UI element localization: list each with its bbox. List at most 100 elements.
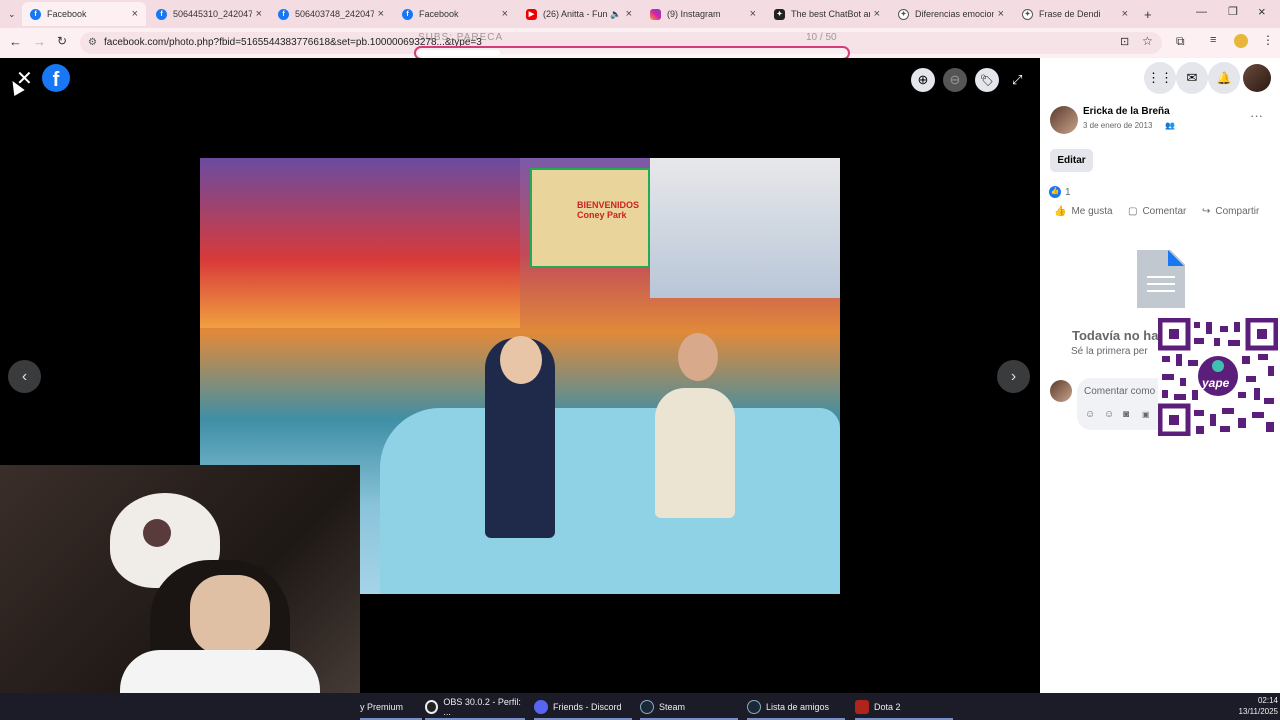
- boy-face: [678, 333, 718, 381]
- ride-tower: [200, 158, 520, 328]
- minimize-icon[interactable]: —: [1196, 6, 1207, 18]
- close-icon[interactable]: ×: [874, 8, 880, 20]
- tab-search-button[interactable]: ⌄: [0, 2, 18, 26]
- taskbar-discord[interactable]: Friends - Discord: [534, 693, 632, 720]
- more-options-icon[interactable]: ···: [1250, 108, 1263, 123]
- profile-avatar[interactable]: [1234, 34, 1248, 48]
- yape-qr-code: yape: [1157, 317, 1279, 437]
- reload-icon[interactable]: ↻: [57, 34, 67, 48]
- chatgpt-icon: ✦: [1022, 8, 1033, 20]
- facebook-icon: f: [30, 8, 41, 20]
- messenger-button[interactable]: ✉: [1176, 62, 1208, 94]
- author-avatar[interactable]: [1050, 106, 1078, 134]
- next-photo-button[interactable]: ›: [997, 360, 1030, 393]
- taskbar-label: Friends - Discord: [553, 701, 622, 712]
- discord-icon: [534, 699, 548, 714]
- like-count[interactable]: 1: [1065, 187, 1071, 198]
- window-close-icon[interactable]: ×: [1258, 4, 1266, 19]
- edit-button[interactable]: Editar: [1050, 149, 1093, 172]
- tab-instagram[interactable]: (9) Instagram ×: [642, 2, 764, 26]
- author-name[interactable]: Ericka de la Breña: [1083, 106, 1170, 117]
- facebook-icon: f: [278, 8, 289, 20]
- gif-icon[interactable]: ▣: [1142, 410, 1150, 419]
- zoom-out-icon: ⊖: [949, 72, 961, 87]
- post-date[interactable]: 3 de enero de 2013: [1083, 121, 1152, 130]
- chatgpt-icon: ✦: [898, 8, 909, 20]
- tab-image-2[interactable]: f 506403748_2420475... ×: [270, 2, 392, 26]
- tab-image-1[interactable]: f 506445310_2420475... ×: [148, 2, 270, 26]
- progress-fill: [418, 50, 500, 56]
- taskbar-youtube[interactable]: y Premium: [360, 693, 422, 720]
- thumbs-up-icon: 👍: [1054, 206, 1067, 217]
- menu-grid-icon: ⋮⋮: [1147, 70, 1173, 85]
- taskbar-steam[interactable]: Steam: [640, 693, 738, 720]
- media-controls-icon[interactable]: ≡: [1210, 34, 1216, 46]
- tab-label: 506445310_2420475...: [173, 9, 252, 19]
- new-tab-button[interactable]: +: [1136, 2, 1156, 26]
- fullscreen-icon[interactable]: ⤢: [1012, 72, 1022, 88]
- tab-frase-dendi[interactable]: ✦ Frase de Dendi ×: [1014, 2, 1136, 26]
- comment-button[interactable]: ▢ Comentar: [1128, 206, 1186, 217]
- tab-facebook[interactable]: f Facebook ×: [394, 2, 516, 26]
- previous-photo-button[interactable]: ‹: [8, 360, 41, 393]
- avatar-sticker-icon[interactable]: ☺: [1085, 409, 1095, 420]
- close-icon[interactable]: ×: [626, 8, 632, 20]
- taskbar-label: OBS 30.0.2 - Perfil: ...: [443, 696, 521, 717]
- zoom-out-button[interactable]: ⊖: [943, 68, 967, 92]
- emoji-icon[interactable]: ☺: [1104, 409, 1114, 420]
- tab-diferencias[interactable]: ✦ Diferencias emocion... ×: [890, 2, 1012, 26]
- taskbar-obs[interactable]: OBS 30.0.2 - Perfil: ...: [425, 693, 525, 720]
- comment-placeholder: Comentar como: [1084, 386, 1156, 397]
- close-icon[interactable]: ×: [1122, 8, 1128, 20]
- taskbar-label: Steam: [659, 701, 686, 712]
- like-button[interactable]: 👍 Me gusta: [1054, 206, 1113, 217]
- facebook-logo-icon[interactable]: f: [42, 64, 70, 92]
- facebook-icon: f: [156, 8, 167, 20]
- zoom-in-button[interactable]: ⊕: [911, 68, 935, 92]
- close-icon[interactable]: ×: [256, 8, 262, 20]
- messenger-icon: ✉: [1186, 70, 1198, 85]
- overlay-counter: 10 / 50: [806, 32, 837, 43]
- tab-chatbot[interactable]: ✦ The best ChatBot an... ×: [766, 2, 888, 26]
- clock-date: 13/11/2025: [1238, 707, 1278, 716]
- close-icon[interactable]: ×: [132, 8, 138, 20]
- forward-icon[interactable]: →: [33, 34, 46, 49]
- close-icon[interactable]: ×: [998, 8, 1004, 20]
- close-icon[interactable]: ×: [502, 8, 508, 20]
- like-reaction-icon: 👍: [1049, 186, 1061, 198]
- close-icon[interactable]: ×: [378, 8, 384, 20]
- account-avatar[interactable]: [1243, 64, 1271, 92]
- taskbar-friends-list[interactable]: Lista de amigos: [747, 693, 845, 720]
- close-icon[interactable]: ×: [750, 8, 756, 20]
- taskbar-dota[interactable]: Dota 2: [855, 693, 953, 720]
- tab-youtube[interactable]: ▶ (26) Anitta - Funk... 🔈 ×: [518, 2, 640, 26]
- notifications-button[interactable]: 🔔: [1208, 62, 1240, 94]
- tab-label: Facebook: [47, 9, 87, 19]
- dota-icon: [855, 699, 869, 714]
- install-app-icon[interactable]: ⊡: [1120, 35, 1129, 48]
- extensions-icon[interactable]: ⧉: [1176, 34, 1185, 49]
- clock[interactable]: 02:14 13/11/2025: [1230, 695, 1278, 717]
- share-button[interactable]: ↪ Compartir: [1202, 206, 1259, 217]
- tab-label: Frase de Dendi: [1039, 9, 1101, 19]
- tab-strip: ⌄ f Facebook × f 506445310_2420475... × …: [0, 0, 1280, 28]
- camera-icon[interactable]: ◙: [1123, 409, 1129, 420]
- menu-grid-button[interactable]: ⋮⋮: [1144, 62, 1176, 94]
- back-icon[interactable]: ←: [9, 34, 22, 49]
- steam-icon: [747, 699, 761, 714]
- speaker-icon[interactable]: 🔈: [610, 9, 621, 20]
- tab-label: Facebook: [419, 9, 459, 19]
- menu-icon[interactable]: ⋮: [1262, 33, 1274, 47]
- tab-facebook-active[interactable]: f Facebook ×: [22, 2, 146, 26]
- site-info-icon[interactable]: ⚙: [88, 32, 97, 54]
- restore-icon[interactable]: ❐: [1228, 5, 1238, 18]
- chevron-left-icon: ‹: [21, 367, 28, 385]
- comment-icon: ▢: [1128, 206, 1138, 217]
- tab-label: The best ChatBot an...: [791, 9, 870, 19]
- overlay-subs-label: SUBS: PARECA: [418, 32, 504, 43]
- comment-label: Comentar: [1142, 206, 1187, 217]
- tag-button[interactable]: 🏷: [975, 68, 999, 92]
- bookmark-star-icon[interactable]: ☆: [1142, 34, 1153, 48]
- clock-time: 02:14: [1257, 696, 1278, 705]
- audience-friends-icon: 👥: [1165, 121, 1175, 130]
